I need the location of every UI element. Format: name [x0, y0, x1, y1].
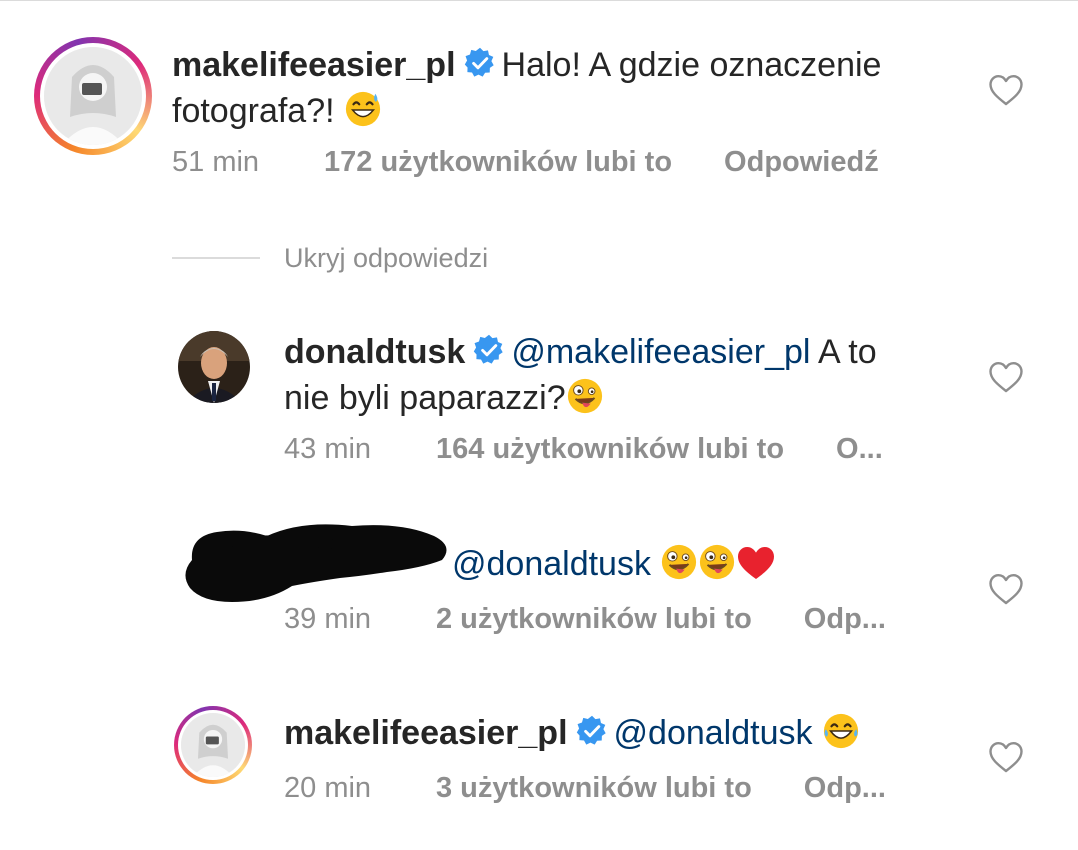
- reply-button[interactable]: Odp...: [804, 603, 886, 636]
- comment-text-line1: A to: [810, 333, 877, 371]
- comment-body: donaldtusk @makelifeeasier_pl A to nie by…: [284, 329, 984, 421]
- avatar-makelifeeasier[interactable]: [174, 706, 252, 784]
- like-heart-icon[interactable]: [988, 74, 1024, 106]
- hide-replies-toggle[interactable]: Ukryj odpowiedzi: [172, 238, 488, 278]
- red-heart-emoji-icon: [736, 545, 776, 581]
- like-heart-icon[interactable]: [988, 361, 1024, 393]
- verified-badge-icon: [464, 47, 496, 79]
- like-heart-icon[interactable]: [988, 741, 1024, 773]
- comment-time: 51 min: [172, 146, 260, 178]
- avatar-makelifeeasier[interactable]: [34, 37, 152, 155]
- comment-time: 39 min: [284, 603, 372, 635]
- reply-button[interactable]: Odp...: [804, 772, 886, 805]
- zany-face-emoji-icon: [660, 543, 698, 581]
- top-divider: [0, 0, 1078, 1]
- comment-text-line2: nie byli paparazzi?: [284, 379, 566, 417]
- comment-text-line1: Halo! A gdzie oznaczenie: [501, 46, 882, 84]
- verified-badge-icon: [473, 334, 505, 366]
- mention-link[interactable]: @donaldtusk: [614, 714, 813, 752]
- comment-body: makelifeeasier_pl Halo! A gdzie oznaczeni…: [172, 42, 972, 134]
- zany-face-emoji-icon: [698, 543, 736, 581]
- username[interactable]: makelifeeasier_pl: [284, 714, 568, 752]
- username[interactable]: makelifeeasier_pl: [172, 46, 456, 84]
- mention-link[interactable]: @donaldtusk: [452, 545, 651, 583]
- redaction-scribble: [185, 524, 447, 602]
- avatar-donaldtusk[interactable]: [178, 331, 250, 403]
- hide-replies-label[interactable]: Ukryj odpowiedzi: [284, 243, 488, 274]
- comment-meta: 51 min 172 użytkowników lubi to Odpowiedź: [172, 146, 879, 179]
- comment-time: 20 min: [284, 772, 372, 804]
- comment-meta: 20 min 3 użytkowników lubi to Odp...: [284, 772, 886, 805]
- reply-button[interactable]: O...: [836, 433, 883, 466]
- like-heart-icon[interactable]: [988, 573, 1024, 605]
- username[interactable]: donaldtusk: [284, 333, 465, 371]
- likes-count[interactable]: 172 użytkowników lubi to: [324, 146, 672, 179]
- comment-body: @donaldtusk: [452, 541, 952, 587]
- grinning-sweat-emoji-icon: [344, 90, 382, 128]
- comment-meta: 43 min 164 użytkowników lubi to O...: [284, 433, 883, 466]
- likes-count[interactable]: 2 użytkowników lubi to: [436, 603, 752, 636]
- avatar-photo-icon: [178, 331, 250, 403]
- likes-count[interactable]: 3 użytkowników lubi to: [436, 772, 752, 805]
- hide-replies-line: [172, 257, 260, 259]
- likes-count[interactable]: 164 użytkowników lubi to: [436, 433, 784, 466]
- avatar-photo-icon: [44, 47, 142, 145]
- comment-meta: 39 min 2 użytkowników lubi to Odp...: [284, 603, 886, 636]
- comment-text-line2: fotografa?!: [172, 92, 345, 130]
- comment-time: 43 min: [284, 433, 372, 465]
- avatar-photo-icon: [181, 713, 245, 777]
- mention-link[interactable]: @makelifeeasier_pl: [511, 333, 810, 371]
- zany-face-emoji-icon: [566, 377, 604, 415]
- laughing-tears-emoji-icon: [822, 712, 860, 750]
- reply-button[interactable]: Odpowiedź: [724, 146, 879, 179]
- verified-badge-icon: [576, 715, 608, 747]
- comment-body: makelifeeasier_pl @donaldtusk: [284, 710, 984, 756]
